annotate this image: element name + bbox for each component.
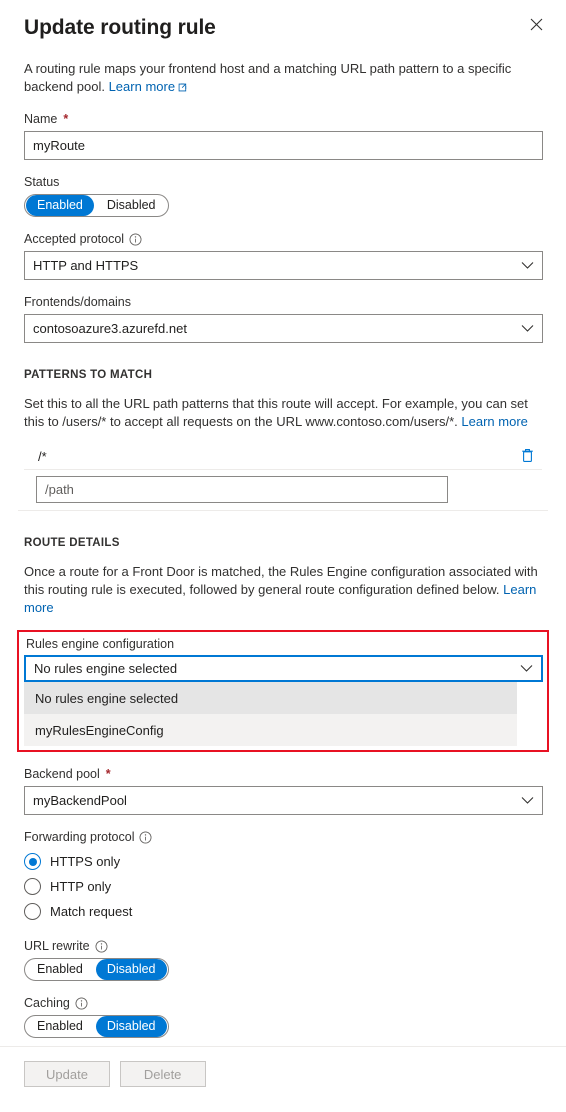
forwarding-protocol-field-group: Forwarding protocol HTTPS only HTTP only… [24,829,542,924]
rules-engine-option-none[interactable]: No rules engine selected [24,682,517,714]
frontends-value: contosoazure3.azurefd.net [33,321,187,336]
radio-match-request[interactable]: Match request [24,899,542,924]
patterns-learn-more-link[interactable]: Learn more [461,414,527,429]
frontends-select[interactable]: contosoazure3.azurefd.net [24,314,543,343]
radio-https-only[interactable]: HTTPS only [24,849,542,874]
url-rewrite-toggle[interactable]: Enabled Disabled [24,958,169,981]
caching-label-text: Caching [24,996,70,1010]
pattern-row: /* [24,444,542,470]
update-button[interactable]: Update [24,1061,110,1087]
intro-paragraph: A routing rule maps your frontend host a… [24,60,524,97]
backend-pool-field-group: Backend pool * myBackendPool [24,766,543,815]
pattern-delete-button[interactable] [521,448,542,466]
rules-engine-highlight-region: Rules engine configuration No rules engi… [17,630,549,752]
info-icon[interactable] [75,997,88,1010]
accepted-protocol-field-group: Accepted protocol HTTP and HTTPS [24,231,543,280]
radio-icon-selected[interactable] [24,853,41,870]
frontends-field-group: Frontends/domains contosoazure3.azurefd.… [24,294,543,343]
info-icon[interactable] [129,233,142,246]
backend-pool-label: Backend pool * [24,766,542,782]
accepted-protocol-label-text: Accepted protocol [24,232,125,246]
rules-engine-select[interactable]: No rules engine selected [24,655,543,682]
required-marker: * [105,767,111,781]
pattern-input[interactable] [36,476,448,503]
blade-body: A routing rule maps your frontend host a… [0,60,566,1038]
status-field-group: Status Enabled Disabled [24,174,542,217]
chevron-down-icon [521,793,534,808]
required-marker: * [63,112,69,126]
url-rewrite-label-text: URL rewrite [24,939,90,953]
url-rewrite-field-group: URL rewrite Enabled Disabled [24,938,542,981]
patterns-description-text: Set this to all the URL path patterns th… [24,396,528,429]
rules-engine-selected-value: No rules engine selected [34,661,178,676]
caching-toggle[interactable]: Enabled Disabled [24,1015,169,1038]
route-details-description: Once a route for a Front Door is matched… [24,563,542,617]
caching-field-group: Caching Enabled Disabled [24,995,542,1038]
blade-header: Update routing rule [0,0,566,46]
status-label: Status [24,174,542,190]
info-icon[interactable] [95,940,108,953]
caching-label: Caching [24,995,542,1011]
radio-icon[interactable] [24,903,41,920]
intro-learn-more-link[interactable]: Learn more [109,79,175,94]
forwarding-protocol-label: Forwarding protocol [24,829,542,845]
url-rewrite-option-enabled[interactable]: Enabled [26,959,94,980]
radio-icon[interactable] [24,878,41,895]
page-title: Update routing rule [24,16,216,39]
backend-pool-value: myBackendPool [33,793,127,808]
rules-engine-label: Rules engine configuration [26,637,175,651]
patterns-section-title: PATTERNS TO MATCH [24,369,153,381]
chevron-down-icon [521,258,534,273]
status-label-text: Status [24,175,60,189]
trash-icon [521,448,534,466]
url-rewrite-option-disabled[interactable]: Disabled [95,959,167,980]
rules-engine-dropdown-list: No rules engine selected myRulesEngineCo… [24,682,517,746]
patterns-description: Set this to all the URL path patterns th… [24,395,542,431]
status-toggle[interactable]: Enabled Disabled [24,194,169,217]
close-button[interactable] [522,10,550,38]
status-option-enabled[interactable]: Enabled [26,195,94,216]
accepted-protocol-select[interactable]: HTTP and HTTPS [24,251,543,280]
frontends-label: Frontends/domains [24,294,542,310]
accepted-protocol-value: HTTP and HTTPS [33,258,139,273]
radio-label-match-request: Match request [50,904,133,919]
caching-option-disabled[interactable]: Disabled [95,1016,167,1037]
external-link-icon [178,79,187,97]
name-input[interactable] [24,131,543,160]
forwarding-protocol-label-text: Forwarding protocol [24,830,135,844]
radio-label-https-only: HTTPS only [50,854,121,869]
url-rewrite-label: URL rewrite [24,938,542,954]
name-field-group: Name * [24,111,543,160]
pattern-value: /* [38,449,47,464]
frontends-label-text: Frontends/domains [24,295,132,309]
route-details-description-text: Once a route for a Front Door is matched… [24,564,538,597]
backend-pool-select[interactable]: myBackendPool [24,786,543,815]
name-label-text: Name [24,112,58,126]
accepted-protocol-label: Accepted protocol [24,231,542,247]
blade-footer: Update Delete [0,1046,566,1112]
rules-engine-option-myrulesengineconfig[interactable]: myRulesEngineConfig [24,714,517,746]
pattern-input-wrapper [24,476,542,503]
caching-option-enabled[interactable]: Enabled [26,1016,94,1037]
intro-text: A routing rule maps your frontend host a… [24,61,512,94]
chevron-down-icon [521,321,534,336]
name-label: Name * [24,111,542,127]
close-icon [530,18,543,31]
route-details-section-title: ROUTE DETAILS [24,537,120,549]
radio-label-http-only: HTTP only [50,879,112,894]
backend-pool-label-text: Backend pool [24,767,100,781]
radio-http-only[interactable]: HTTP only [24,874,542,899]
info-icon[interactable] [139,831,152,844]
status-option-disabled[interactable]: Disabled [96,195,167,216]
chevron-down-icon [520,661,533,676]
delete-button[interactable]: Delete [119,1061,206,1087]
divider [18,510,548,511]
